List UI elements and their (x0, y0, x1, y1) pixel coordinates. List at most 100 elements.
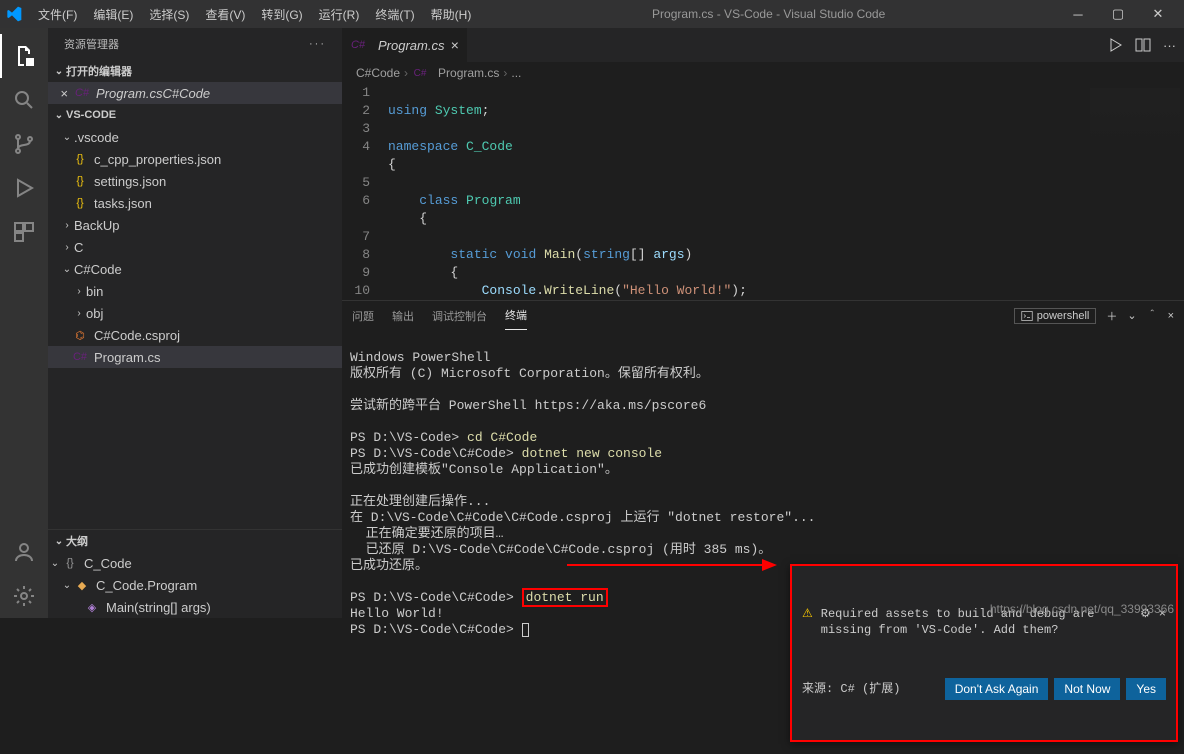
play-bug-icon (12, 176, 36, 200)
tree-file-tasks[interactable]: {}tasks.json (48, 192, 342, 214)
panel-tab-debug[interactable]: 调试控制台 (432, 302, 487, 330)
panel-tab-terminal[interactable]: 终端 (505, 301, 527, 330)
activity-bar (0, 28, 48, 618)
code-editor[interactable]: 1 2 3 4 5 6 7 8 9 10 11 using System; na… (342, 84, 1184, 300)
json-icon: {} (72, 195, 88, 211)
chevron-down-icon: ⌄ (48, 558, 62, 569)
menu-file[interactable]: 文件(F) (30, 2, 85, 27)
chevron-down-icon: ⌄ (52, 536, 66, 547)
editor-area: C# Program.cs × ··· C#Code › C# Program.… (342, 28, 1184, 618)
tree-file-program[interactable]: C#Program.cs (48, 346, 342, 368)
sidebar-title: 资源管理器 (64, 36, 119, 52)
tree-folder-obj[interactable]: ›obj (48, 302, 342, 324)
menu-view[interactable]: 查看(V) (197, 2, 253, 27)
tree-folder-c[interactable]: ›C (48, 236, 342, 258)
activity-extensions[interactable] (0, 210, 48, 254)
close-panel-icon[interactable]: × (1168, 310, 1174, 322)
highlighted-command: dotnet run (522, 588, 608, 607)
panel-tab-output[interactable]: 输出 (392, 302, 414, 330)
menu-edit[interactable]: 编辑(E) (85, 2, 141, 27)
menu-terminal[interactable]: 终端(T) (367, 2, 422, 27)
tree-folder-vscode[interactable]: ⌄.vscode (48, 126, 342, 148)
tree-file-csproj[interactable]: ⌬C#Code.csproj (48, 324, 342, 346)
workspace-header[interactable]: ⌄ VS-CODE (48, 104, 342, 126)
search-icon (12, 88, 36, 112)
close-icon[interactable]: × (450, 37, 458, 53)
breadcrumb-item[interactable]: C#Code (356, 66, 400, 80)
tree-folder-bin[interactable]: ›bin (48, 280, 342, 302)
minimap[interactable] (1090, 88, 1180, 148)
activity-scm[interactable] (0, 122, 48, 166)
breadcrumb-item[interactable]: ... (511, 66, 521, 80)
breadcrumb-item[interactable]: Program.cs (438, 66, 499, 80)
close-button[interactable]: ✕ (1138, 0, 1178, 28)
open-editors-label: 打开的编辑器 (66, 63, 132, 79)
minimize-button[interactable]: ─ (1058, 0, 1098, 28)
activity-account[interactable] (0, 530, 48, 574)
csproj-icon: ⌬ (72, 327, 88, 343)
outline-class[interactable]: ⌄◆C_Code.Program (48, 574, 342, 596)
menu-selection[interactable]: 选择(S) (141, 2, 197, 27)
chevron-right-icon: › (72, 308, 86, 319)
tab-program-cs[interactable]: C# Program.cs × (342, 28, 468, 62)
maximize-panel-icon[interactable]: ＾ (1147, 308, 1158, 324)
dont-ask-again-button[interactable]: Don't Ask Again (945, 678, 1049, 700)
maximize-button[interactable]: ▢ (1098, 0, 1138, 28)
run-icon[interactable] (1107, 37, 1123, 53)
terminal-icon (1021, 310, 1033, 322)
panel-tab-problems[interactable]: 问题 (352, 302, 374, 330)
chevron-down-icon[interactable]: ⌄ (1127, 309, 1136, 322)
csharp-icon: C# (350, 37, 366, 53)
line-numbers: 1 2 3 4 5 6 7 8 9 10 11 (342, 84, 388, 300)
terminal-shell-selector[interactable]: powershell (1014, 308, 1097, 324)
activity-settings[interactable] (0, 574, 48, 618)
title-bar: 文件(F) 编辑(E) 选择(S) 查看(V) 转到(G) 运行(R) 终端(T… (0, 0, 1184, 28)
panel: 问题 输出 调试控制台 终端 powershell ＋ ⌄ ＾ × Window… (342, 300, 1184, 618)
terminal-cursor (522, 623, 529, 637)
code-content[interactable]: using System; namespace C_Code { class P… (388, 84, 1184, 300)
chevron-down-icon: ⌄ (52, 110, 66, 121)
json-icon: {} (72, 151, 88, 167)
window-controls: ─ ▢ ✕ (1058, 0, 1178, 28)
yes-button[interactable]: Yes (1126, 678, 1166, 700)
toast-message: Required assets to build and debug are m… (821, 606, 1132, 638)
chevron-right-icon: › (404, 66, 408, 80)
tree-file-c-cpp-properties[interactable]: {}c_cpp_properties.json (48, 148, 342, 170)
tree-folder-csharp[interactable]: ⌄C#Code (48, 258, 342, 280)
split-editor-icon[interactable] (1135, 37, 1151, 53)
csharp-icon: C# (74, 85, 90, 101)
terminal[interactable]: Windows PowerShell 版权所有 (C) Microsoft Co… (342, 330, 1184, 754)
gear-icon[interactable]: ⚙ (1140, 606, 1151, 622)
menu-help[interactable]: 帮助(H) (423, 2, 480, 27)
panel-tabs: 问题 输出 调试控制台 终端 powershell ＋ ⌄ ＾ × (342, 301, 1184, 330)
chevron-right-icon: › (503, 66, 507, 80)
sidebar-more-icon[interactable]: ··· (309, 38, 326, 50)
outline-namespace[interactable]: ⌄{}C_Code (48, 552, 342, 574)
chevron-right-icon: › (72, 286, 86, 297)
csharp-icon: C# (72, 349, 88, 365)
tree-file-settings[interactable]: {}settings.json (48, 170, 342, 192)
new-terminal-icon[interactable]: ＋ (1106, 308, 1117, 324)
window-title: Program.cs - VS-Code - Visual Studio Cod… (479, 7, 1058, 21)
class-icon: ◆ (74, 577, 90, 593)
menu-go[interactable]: 转到(G) (253, 2, 310, 27)
close-icon[interactable]: × (1159, 606, 1166, 622)
activity-search[interactable] (0, 78, 48, 122)
outline-header[interactable]: ⌄ 大纲 (48, 530, 342, 552)
activity-explorer[interactable] (0, 34, 48, 78)
more-icon[interactable]: ··· (1163, 38, 1176, 53)
outline-method[interactable]: ◈Main(string[] args) (48, 596, 342, 618)
not-now-button[interactable]: Not Now (1054, 678, 1120, 700)
chevron-right-icon: › (60, 242, 74, 253)
chevron-down-icon: ⌄ (52, 66, 66, 77)
branch-icon (12, 132, 36, 156)
tab-bar: C# Program.cs × ··· (342, 28, 1184, 62)
menu-run[interactable]: 运行(R) (311, 2, 368, 27)
open-editor-item[interactable]: × C# Program.cs C#Code (48, 82, 342, 104)
open-editors-header[interactable]: ⌄ 打开的编辑器 (48, 60, 342, 82)
activity-debug[interactable] (0, 166, 48, 210)
chevron-down-icon: ⌄ (60, 264, 74, 275)
close-icon[interactable]: × (56, 86, 72, 101)
tree-folder-backup[interactable]: ›BackUp (48, 214, 342, 236)
breadcrumb[interactable]: C#Code › C# Program.cs › ... (342, 62, 1184, 84)
